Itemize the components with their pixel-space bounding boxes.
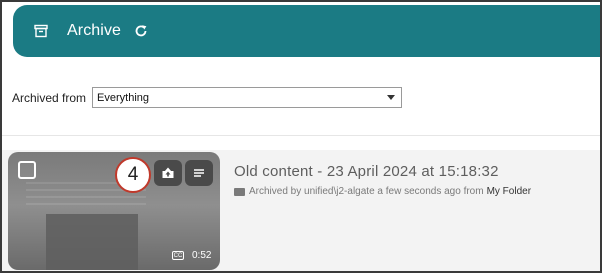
archived-from-value: Everything bbox=[97, 91, 150, 104]
thumbnail-content-panel bbox=[46, 214, 138, 270]
archived-item-meta: Archived by unified\j2-algate a few seco… bbox=[234, 186, 531, 197]
archived-from-label: Archived from bbox=[12, 90, 87, 105]
select-item-checkbox[interactable] bbox=[18, 161, 36, 179]
chevron-down-icon bbox=[387, 95, 396, 100]
source-folder-link[interactable]: My Folder bbox=[487, 186, 531, 197]
archived-item-thumbnail[interactable]: CC 0:52 bbox=[8, 152, 220, 270]
captions-icon: CC bbox=[172, 251, 184, 260]
page-title: Archive bbox=[67, 22, 122, 39]
details-lines-icon bbox=[192, 166, 206, 180]
video-duration: 0:52 bbox=[192, 250, 212, 261]
archived-by-text: Archived by unified\j2-algate a few seco… bbox=[249, 186, 484, 197]
divider bbox=[2, 135, 600, 136]
archived-from-select[interactable]: Everything bbox=[92, 87, 403, 108]
restore-button[interactable] bbox=[154, 160, 182, 186]
archive-header: Archive bbox=[13, 5, 602, 57]
restore-upload-icon bbox=[161, 166, 175, 180]
details-button[interactable] bbox=[185, 160, 213, 186]
archived-item-title[interactable]: Old content - 23 April 2024 at 15:18:32 bbox=[234, 163, 499, 180]
archive-box-icon bbox=[33, 23, 49, 39]
archived-from-filter: Archived from Everything bbox=[12, 87, 403, 108]
captions-icon bbox=[234, 187, 245, 196]
step-number-badge: 4 bbox=[115, 157, 151, 193]
refresh-icon[interactable] bbox=[133, 23, 149, 39]
